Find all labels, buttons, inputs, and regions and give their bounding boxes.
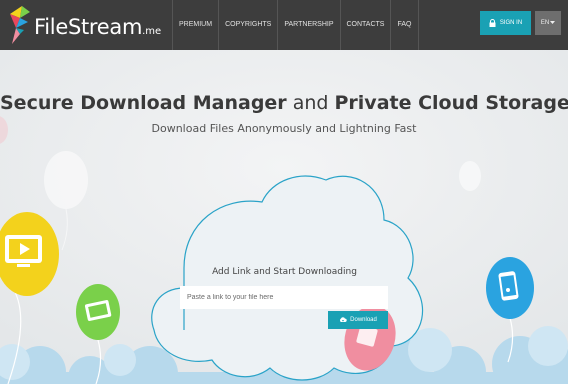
- page-subtitle: Download Files Anonymously and Lightning…: [151, 122, 417, 135]
- title-part-2: Private Cloud Storage: [334, 92, 568, 114]
- download-button-label: Download: [350, 317, 377, 323]
- title-part-1: Secure Download Manager: [0, 92, 287, 114]
- caret-down-icon: [550, 21, 556, 24]
- brand-name: FileStream.me: [34, 15, 162, 39]
- logo-bird-icon: [10, 6, 30, 44]
- title-connector: and: [286, 92, 335, 114]
- language-label: EN: [540, 20, 550, 26]
- cloud-download-icon: [340, 317, 347, 322]
- nav-item-partnership[interactable]: PARTNERSHIP: [277, 0, 339, 50]
- nav-item-premium[interactable]: PREMIUM: [172, 0, 218, 50]
- top-navbar: FileStream.me PREMIUM COPYRIGHTS PARTNER…: [0, 0, 568, 50]
- sign-in-button[interactable]: SIGN IN: [480, 11, 531, 35]
- hero-background-scene: [0, 50, 568, 384]
- nav-item-copyrights[interactable]: COPYRIGHTS: [218, 0, 277, 50]
- link-input[interactable]: [180, 286, 388, 309]
- language-selector[interactable]: EN: [535, 11, 561, 35]
- nav-item-faq[interactable]: FAQ: [390, 0, 419, 50]
- downloader-title: Add Link and Start Downloading: [212, 267, 357, 277]
- nav-item-contacts[interactable]: CONTACTS: [339, 0, 391, 50]
- lock-icon: [489, 19, 496, 27]
- page-title: Secure Download Manager and Private Clou…: [0, 92, 568, 114]
- download-button[interactable]: Download: [328, 311, 388, 329]
- sign-in-label: SIGN IN: [499, 20, 523, 26]
- main-nav: PREMIUM COPYRIGHTS PARTNERSHIP CONTACTS …: [172, 0, 419, 50]
